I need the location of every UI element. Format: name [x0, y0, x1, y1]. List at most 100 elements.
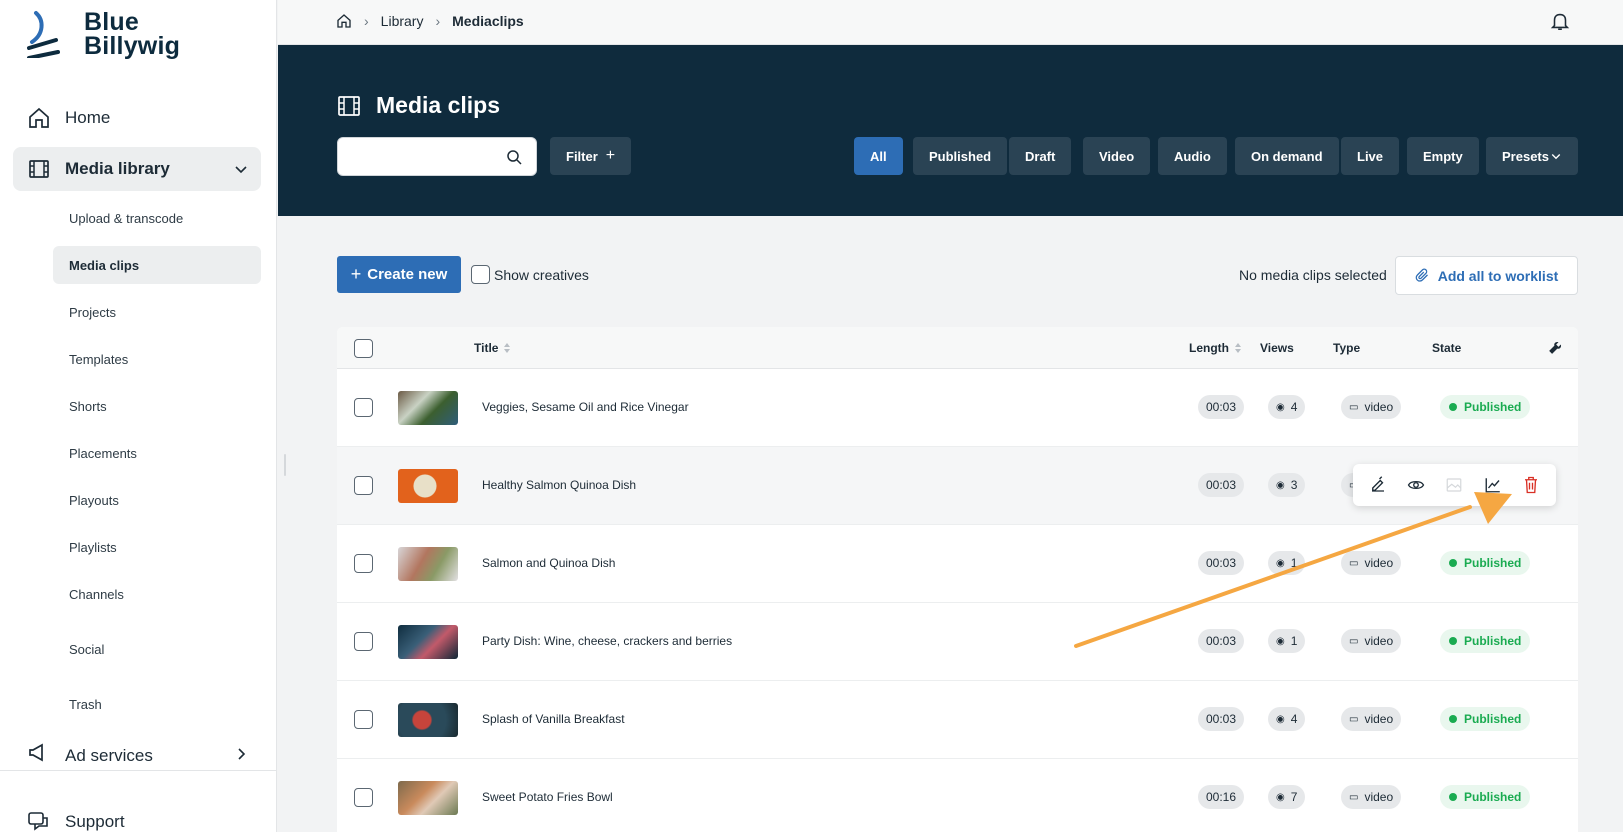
video-camera-icon: ▭ [1349, 791, 1359, 803]
clip-thumbnail[interactable] [398, 469, 458, 503]
plus-icon: + [350, 264, 362, 284]
clip-thumbnail[interactable] [398, 547, 458, 581]
table-row[interactable]: Veggies, Sesame Oil and Rice Vinegar 00:… [337, 369, 1578, 447]
delete-trash-icon[interactable] [1521, 475, 1541, 495]
column-length[interactable]: Length [1189, 341, 1242, 355]
sidebar-resize-handle[interactable] [284, 454, 286, 476]
views-badge: ◉ 4 [1268, 395, 1306, 419]
table-row[interactable]: Sweet Potato Fries Bowl 00:16 ◉ 7 ▭ video … [337, 759, 1578, 832]
row-checkbox[interactable] [354, 554, 373, 573]
sidebar-item-trash[interactable]: Trash [53, 685, 261, 723]
views-value: 3 [1290, 478, 1298, 492]
wrench-icon[interactable] [1548, 341, 1562, 355]
tab-label: Audio [1174, 148, 1211, 164]
status-label: Published [1464, 556, 1522, 570]
tab-all[interactable]: All [854, 137, 903, 175]
sidebar-item-label: Channels [69, 586, 124, 602]
sidebar-item-shorts[interactable]: Shorts [53, 387, 261, 425]
nav-support-label: Support [65, 812, 125, 831]
tab-label: On demand [1251, 148, 1323, 164]
clip-title[interactable]: Party Dish: Wine, cheese, crackers and b… [482, 634, 732, 648]
sidebar-item-placements[interactable]: Placements [53, 434, 261, 472]
show-creatives-checkbox[interactable] [471, 265, 490, 284]
breadcrumb-library[interactable]: Library [381, 13, 424, 29]
views-badge: ◉ 1 [1268, 629, 1306, 653]
film-icon [29, 160, 49, 178]
clip-title[interactable]: Splash of Vanilla Breakfast [482, 712, 625, 726]
row-checkbox[interactable] [354, 710, 373, 729]
select-all-checkbox[interactable] [354, 339, 373, 358]
chevron-right-icon: › [435, 13, 441, 29]
length-value: 00:03 [1206, 400, 1237, 414]
table-header: Title Length Views Type State [337, 327, 1578, 369]
analytics-chart-icon[interactable] [1483, 475, 1503, 495]
tab-published[interactable]: Published [913, 137, 1008, 175]
tab-audio[interactable]: Audio [1158, 137, 1227, 175]
sidebar-item-label: Upload & transcode [69, 210, 184, 226]
nav-home[interactable]: Home [13, 96, 261, 140]
table-row[interactable]: Salmon and Quinoa Dish 00:03 ◉ 1 ▭ video P… [337, 525, 1578, 603]
column-title[interactable]: Title [474, 341, 511, 355]
image-icon [1444, 475, 1464, 495]
clip-thumbnail[interactable] [398, 391, 458, 425]
tab-empty[interactable]: Empty [1407, 137, 1479, 175]
video-camera-icon: ▭ [1349, 635, 1359, 647]
add-all-to-worklist-button[interactable]: Add all to worklist [1395, 256, 1578, 295]
tab-live[interactable]: Live [1341, 137, 1400, 175]
edit-icon[interactable] [1368, 475, 1388, 495]
add-all-to-worklist-label: Add all to worklist [1437, 267, 1559, 284]
clip-thumbnail[interactable] [398, 625, 458, 659]
clip-title[interactable]: Veggies, Sesame Oil and Rice Vinegar [482, 400, 689, 414]
sidebar-item-label: Templates [69, 351, 129, 367]
clip-thumbnail[interactable] [398, 781, 458, 815]
type-badge: ▭ video [1341, 395, 1402, 419]
status-badge: Published [1440, 785, 1531, 809]
clip-title[interactable]: Healthy Salmon Quinoa Dish [482, 478, 636, 492]
sidebar-item-upload-transcode[interactable]: Upload & transcode [53, 199, 261, 237]
table-row[interactable]: Party Dish: Wine, cheese, crackers and b… [337, 603, 1578, 681]
row-checkbox[interactable] [354, 398, 373, 417]
views-value: 4 [1290, 712, 1298, 726]
tab-video[interactable]: Video [1083, 137, 1151, 175]
search-input[interactable] [348, 138, 498, 175]
sidebar-item-projects[interactable]: Projects [53, 293, 261, 331]
table-row[interactable]: Splash of Vanilla Breakfast 00:03 ◉ 4 ▭ vi… [337, 681, 1578, 759]
row-checkbox[interactable] [354, 632, 373, 651]
row-checkbox[interactable] [354, 788, 373, 807]
tab-on-demand[interactable]: On demand [1235, 137, 1339, 175]
filter-button[interactable]: Filter + [550, 137, 632, 175]
sidebar-item-channels[interactable]: Channels [53, 575, 261, 613]
table-row[interactable]: Healthy Salmon Quinoa Dish 00:03 ◉3 ▭vid… [337, 447, 1578, 525]
home-icon[interactable] [336, 13, 352, 29]
clip-title[interactable]: Sweet Potato Fries Bowl [482, 790, 613, 804]
sidebar-item-playlists[interactable]: Playlists [53, 528, 261, 566]
nav-support[interactable]: Support [13, 800, 261, 832]
nav-media-library[interactable]: Media library [13, 147, 261, 191]
row-checkbox[interactable] [354, 476, 373, 495]
sidebar-item-templates[interactable]: Templates [53, 340, 261, 378]
clip-thumbnail[interactable] [398, 703, 458, 737]
tab-draft[interactable]: Draft [1009, 137, 1072, 175]
type-value: video [1364, 634, 1394, 648]
column-state: State [1432, 341, 1461, 355]
megaphone-icon [29, 743, 43, 762]
logo[interactable]: Blue Billywig [26, 10, 180, 59]
search-icon[interactable] [506, 149, 522, 165]
filter-button-label: Filter [566, 148, 598, 164]
show-creatives-toggle[interactable]: Show creatives [471, 265, 589, 284]
status-dot [1449, 637, 1457, 645]
preview-eye-icon[interactable] [1406, 475, 1426, 495]
sidebar-item-playouts[interactable]: Playouts [53, 481, 261, 519]
length-value: 00:03 [1206, 556, 1237, 570]
sidebar-item-social[interactable]: Social [53, 630, 261, 668]
nav-ad-services[interactable]: Ad services [13, 734, 261, 768]
create-new-button[interactable]: + Create new [337, 256, 461, 293]
bell-icon[interactable] [1549, 10, 1571, 32]
eye-icon: ◉ [1276, 479, 1285, 491]
sidebar-item-media-clips[interactable]: Media clips [53, 246, 261, 284]
clip-title[interactable]: Salmon and Quinoa Dish [482, 556, 615, 570]
column-title-label: Title [474, 341, 499, 355]
presets-dropdown[interactable]: Presets [1486, 137, 1578, 175]
status-dot [1449, 403, 1457, 411]
tab-label: All [870, 148, 887, 164]
